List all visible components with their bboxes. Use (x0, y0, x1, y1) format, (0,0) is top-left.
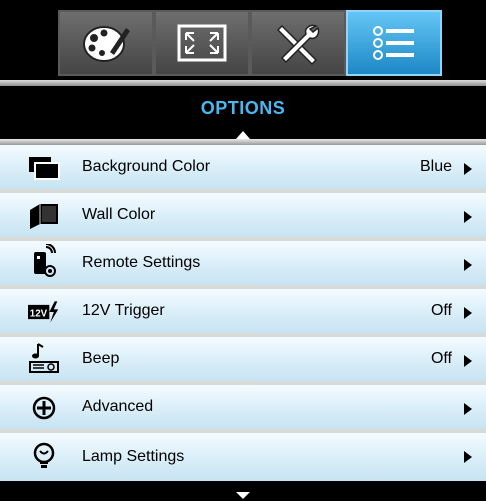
tab-options[interactable] (346, 10, 442, 76)
advanced-icon (28, 394, 60, 422)
lamp-settings-icon (28, 442, 60, 470)
svg-text:12V: 12V (30, 308, 48, 319)
list-menu-icon (373, 26, 414, 60)
chevron-right-icon (464, 211, 472, 223)
menu-item-label: Advanced (82, 398, 154, 415)
beep-icon (28, 343, 60, 374)
menu-item-12v-trigger[interactable]: 12V 12V Trigger Off (0, 289, 486, 337)
chevron-right-icon (464, 355, 472, 367)
scroll-down-arrow-icon[interactable] (236, 492, 250, 499)
chevron-right-icon (464, 307, 472, 319)
menu-title-bar: OPTIONS (0, 86, 486, 130)
remote-settings-icon (28, 244, 60, 278)
tab-setup[interactable] (250, 10, 346, 76)
palette-icon (83, 26, 130, 62)
chevron-right-icon (464, 163, 472, 175)
menu-item-value: Off (430, 350, 452, 367)
chevron-right-icon (464, 403, 472, 415)
tab-picture[interactable] (58, 10, 154, 76)
background-color-icon (28, 154, 60, 182)
menu-item-label: Background Color (82, 158, 211, 175)
options-menu-list: Background Color Blue Wall Color Remote … (0, 145, 486, 481)
chevron-right-icon (464, 451, 472, 463)
wall-color-icon (28, 202, 60, 230)
menu-item-wall-color[interactable]: Wall Color (0, 193, 486, 241)
menu-item-label: Wall Color (82, 206, 156, 223)
osd-menu: OPTIONS Background Color Blue Wall Color… (0, 0, 486, 501)
menu-item-label: Beep (82, 350, 120, 367)
menu-item-label: Lamp Settings (82, 448, 185, 465)
menu-item-value: Off (430, 302, 452, 319)
tab-bar (0, 0, 486, 80)
scroll-up-arrow-icon[interactable] (236, 131, 250, 139)
chevron-right-icon (464, 259, 472, 271)
menu-item-remote-settings[interactable]: Remote Settings (0, 241, 486, 289)
trigger-12v-icon: 12V (28, 298, 60, 326)
page-title: OPTIONS (200, 97, 286, 118)
menu-item-advanced[interactable]: Advanced (0, 385, 486, 433)
menu-item-value: Blue (419, 158, 452, 175)
menu-item-beep[interactable]: Beep Off (0, 337, 486, 385)
menu-item-background-color[interactable]: Background Color Blue (0, 145, 486, 193)
tools-icon (276, 24, 320, 66)
menu-item-lamp-settings[interactable]: Lamp Settings (0, 433, 486, 481)
menu-item-label: 12V Trigger (82, 302, 165, 319)
tab-display[interactable] (154, 10, 250, 76)
screen-resize-icon (177, 24, 227, 62)
menu-item-label: Remote Settings (82, 254, 201, 271)
